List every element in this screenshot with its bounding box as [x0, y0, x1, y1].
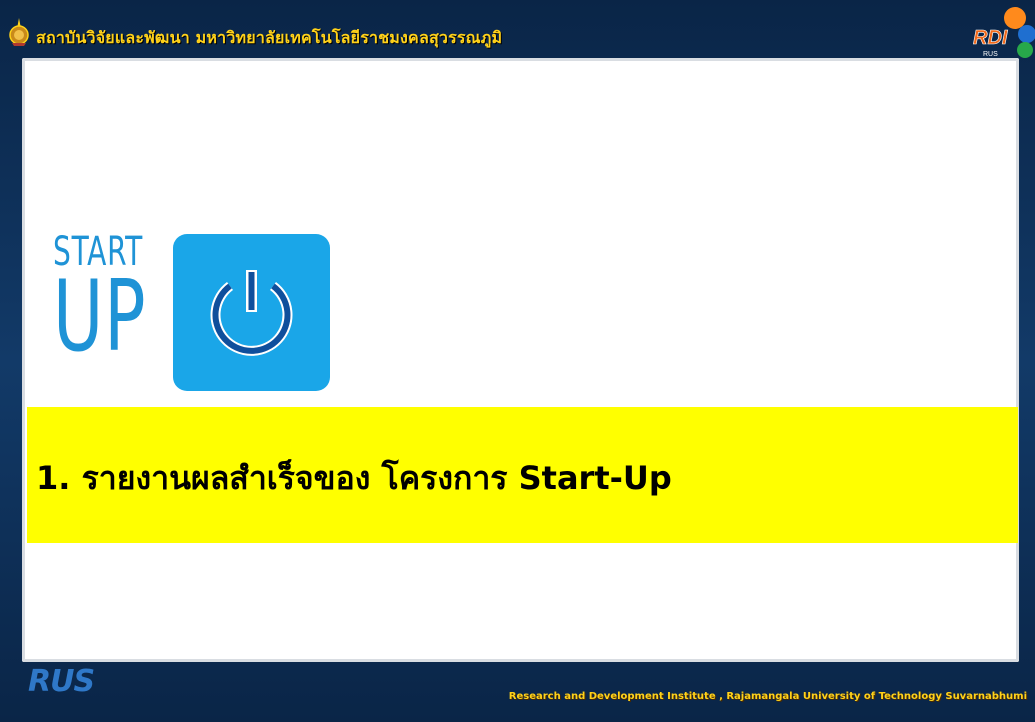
svg-text:RUS: RUS [983, 51, 998, 58]
rus-logo-text: RUS [28, 664, 95, 699]
startup-word-up: UP [53, 260, 147, 374]
power-icon [210, 270, 293, 356]
footer-institute-text: Research and Development Institute , Raj… [508, 691, 1027, 702]
university-emblem-icon [9, 18, 29, 46]
startup-logo-text: START UP [53, 232, 146, 366]
rus-logo: RUS [28, 664, 95, 699]
header-bar: สถาบันวิจัยและพัฒนา มหาวิทยาลัยเทคโนโลยี… [0, 0, 1035, 58]
rdi-logo-text: RDI [973, 27, 1008, 49]
header-title: สถาบันวิจัยและพัฒนา มหาวิทยาลัยเทคโนโลยี… [36, 28, 503, 47]
power-icon-box [173, 234, 330, 391]
slide-content [22, 58, 1019, 662]
rdi-logo-icon: RDI RUS [973, 7, 1035, 58]
banner-title: 1. รายงานผลสำเร็จของ โครงการ Start-Up [36, 459, 672, 497]
